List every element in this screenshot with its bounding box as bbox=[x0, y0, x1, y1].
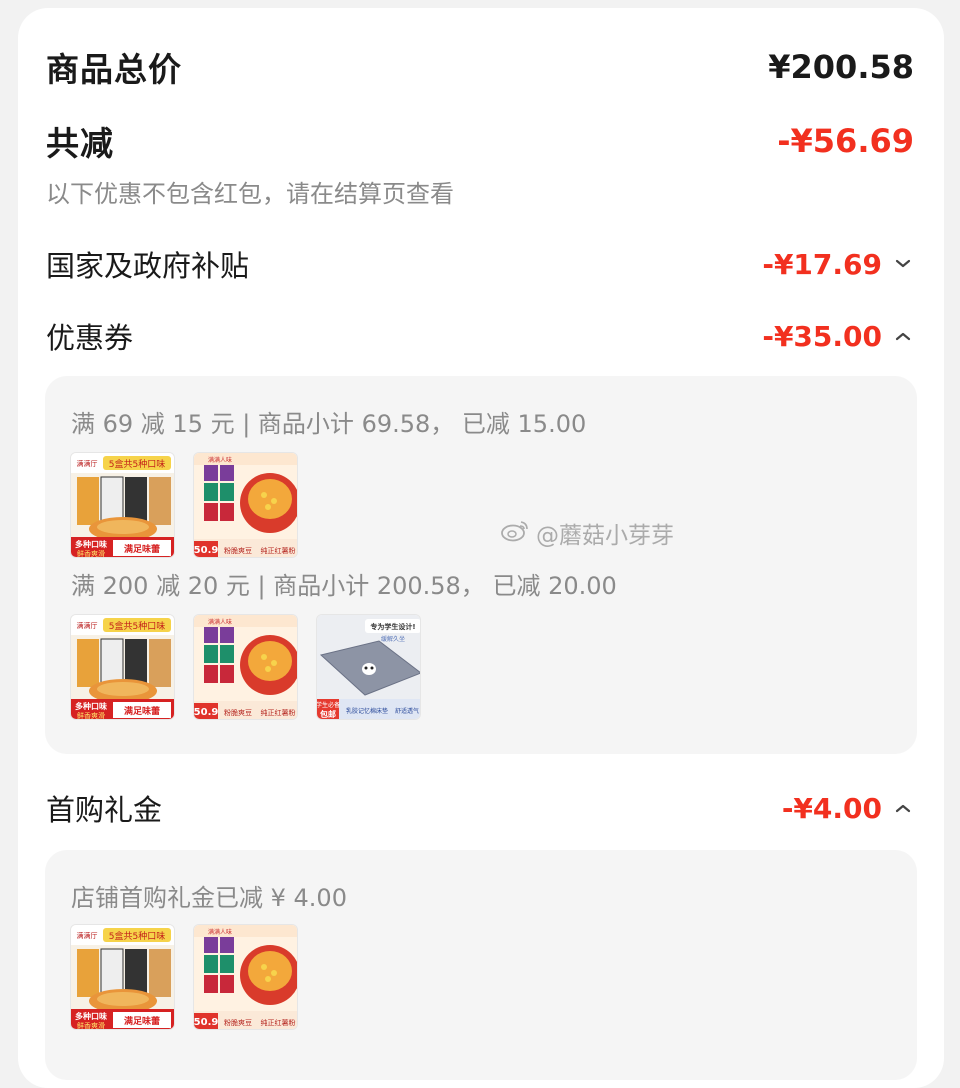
subsidy-row[interactable]: 国家及政府补贴 -¥17.69 bbox=[46, 244, 914, 284]
reduce-value: -¥56.69 bbox=[777, 122, 914, 160]
weibo-icon bbox=[500, 518, 530, 548]
instant-brand: 满满人味 bbox=[208, 618, 232, 626]
subsidy-label: 国家及政府补贴 bbox=[46, 249, 250, 283]
total-value: ¥200.58 bbox=[768, 48, 914, 86]
product-thumb-noodle[interactable]: 5盒共5种口味 满满厅 多种口味 鲜香爽滑 满足味蕾 bbox=[70, 452, 175, 558]
instant-price: 50.9 bbox=[194, 545, 218, 556]
first-gift-products: 5盒共5种口味 满满厅 多种口味 鲜香爽滑 满足味蕾 满满人味 50.9 粉脆爽… bbox=[70, 924, 298, 1030]
first-gift-detail-panel: 店铺首购礼金已减 ¥ 4.00 5盒共5种口味 满满厅 多种口味 鲜香爽滑 满足… bbox=[45, 850, 917, 1080]
subsidy-value: -¥17.69 bbox=[762, 247, 882, 281]
price-detail-card: 商品总价 ¥200.58 共减 -¥56.69 以下优惠不包含红包，请在结算页查… bbox=[18, 8, 944, 1088]
noodle-tag-1: 多种口味 bbox=[75, 701, 107, 711]
chevron-up-icon[interactable] bbox=[892, 325, 914, 347]
product-thumb-noodle[interactable]: 5盒共5种口味 满满厅 多种口味 鲜香爽滑 满足味蕾 bbox=[70, 924, 175, 1030]
instant-brand: 满满人味 bbox=[208, 456, 232, 464]
instant-tag-1: 粉脆爽豆 bbox=[224, 1018, 252, 1027]
coupon-label: 优惠券 bbox=[46, 321, 134, 355]
noodle-tag-3: 满足味蕾 bbox=[124, 705, 160, 717]
discount-note: 以下优惠不包含红包，请在结算页查看 bbox=[46, 180, 454, 208]
noodle-tag-1: 多种口味 bbox=[75, 539, 107, 549]
product-thumb-instant[interactable]: 满满人味 50.9 粉脆爽豆 纯正红薯粉 bbox=[193, 452, 298, 558]
coupon-detail-panel: 满 69 减 15 元 | 商品小计 69.58， 已减 15.00 5盒共5种… bbox=[45, 376, 917, 754]
noodle-tag-2: 鲜香爽滑 bbox=[77, 549, 105, 558]
cushion-note: 乳胶记忆棉床垫 bbox=[346, 707, 388, 715]
coupon-rule-2-products: 5盒共5种口味 满满厅 多种口味 鲜香爽滑 满足味蕾 满满人味 50.9 粉脆爽… bbox=[70, 614, 421, 720]
noodle-brand: 满满厅 bbox=[77, 621, 98, 630]
coupon-rule-1-products: 5盒共5种口味 满满厅 多种口味 鲜香爽滑 满足味蕾 满满人味 50.9 粉脆爽… bbox=[70, 452, 298, 558]
instant-tag-1: 粉脆爽豆 bbox=[224, 546, 252, 555]
noodle-badge: 5盒共5种口味 bbox=[109, 620, 165, 632]
noodle-tag-3: 满足味蕾 bbox=[124, 1015, 160, 1027]
noodle-brand: 满满厅 bbox=[77, 459, 98, 468]
instant-tag-2: 纯正红薯粉 bbox=[261, 708, 296, 717]
instant-tag-1: 粉脆爽豆 bbox=[224, 708, 252, 717]
watermark-text: @蘑菇小芽芽 bbox=[536, 523, 674, 549]
noodle-tag-3: 满足味蕾 bbox=[124, 543, 160, 555]
instant-price: 50.9 bbox=[194, 707, 218, 718]
noodle-brand: 满满厅 bbox=[77, 931, 98, 940]
first-gift-rule: 店铺首购礼金已减 ¥ 4.00 bbox=[71, 884, 347, 912]
total-label: 商品总价 bbox=[46, 50, 182, 89]
instant-tag-2: 纯正红薯粉 bbox=[261, 1018, 296, 1027]
noodle-tag-2: 鲜香爽滑 bbox=[77, 1021, 105, 1030]
instant-brand: 满满人味 bbox=[208, 928, 232, 936]
reduce-label: 共减 bbox=[46, 124, 114, 163]
product-thumb-instant[interactable]: 满满人味 50.9 粉脆爽豆 纯正红薯粉 bbox=[193, 924, 298, 1030]
cushion-tag: 包邮 bbox=[319, 709, 336, 719]
instant-tag-2: 纯正红薯粉 bbox=[261, 546, 296, 555]
first-gift-value: -¥4.00 bbox=[781, 791, 882, 825]
reduce-row: 共减 -¥56.69 bbox=[46, 118, 914, 164]
noodle-badge: 5盒共5种口味 bbox=[109, 458, 165, 470]
coupon-rule-2: 满 200 减 20 元 | 商品小计 200.58， 已减 20.00 bbox=[71, 572, 617, 600]
instant-price: 50.9 bbox=[194, 1017, 218, 1028]
cushion-tag-mid: 缓解久坐 bbox=[381, 635, 405, 643]
cushion-head: 专为学生设计! bbox=[370, 622, 415, 631]
product-thumb-cushion[interactable]: 专为学生设计! 学生必备 包邮 缓解久坐 乳胶记忆棉床垫 舒适透气 bbox=[316, 614, 421, 720]
cushion-tag-top: 学生必备 bbox=[317, 701, 340, 709]
noodle-tag-1: 多种口味 bbox=[75, 1011, 107, 1021]
product-thumb-instant[interactable]: 满满人味 50.9 粉脆爽豆 纯正红薯粉 bbox=[193, 614, 298, 720]
chevron-down-icon[interactable] bbox=[892, 253, 914, 275]
noodle-tag-2: 鲜香爽滑 bbox=[77, 711, 105, 720]
first-gift-label: 首购礼金 bbox=[46, 793, 163, 827]
total-row: 商品总价 ¥200.58 bbox=[46, 44, 914, 90]
cushion-tag-3: 舒适透气 bbox=[395, 707, 419, 715]
watermark: @蘑菇小芽芽 bbox=[500, 516, 674, 550]
coupon-value: -¥35.00 bbox=[762, 319, 882, 353]
coupon-row[interactable]: 优惠券 -¥35.00 bbox=[46, 316, 914, 356]
coupon-rule-1: 满 69 减 15 元 | 商品小计 69.58， 已减 15.00 bbox=[71, 410, 587, 438]
chevron-up-icon[interactable] bbox=[892, 797, 914, 819]
product-thumb-noodle[interactable]: 5盒共5种口味 满满厅 多种口味 鲜香爽滑 满足味蕾 bbox=[70, 614, 175, 720]
noodle-badge: 5盒共5种口味 bbox=[109, 930, 165, 942]
first-gift-row[interactable]: 首购礼金 -¥4.00 bbox=[46, 788, 914, 828]
